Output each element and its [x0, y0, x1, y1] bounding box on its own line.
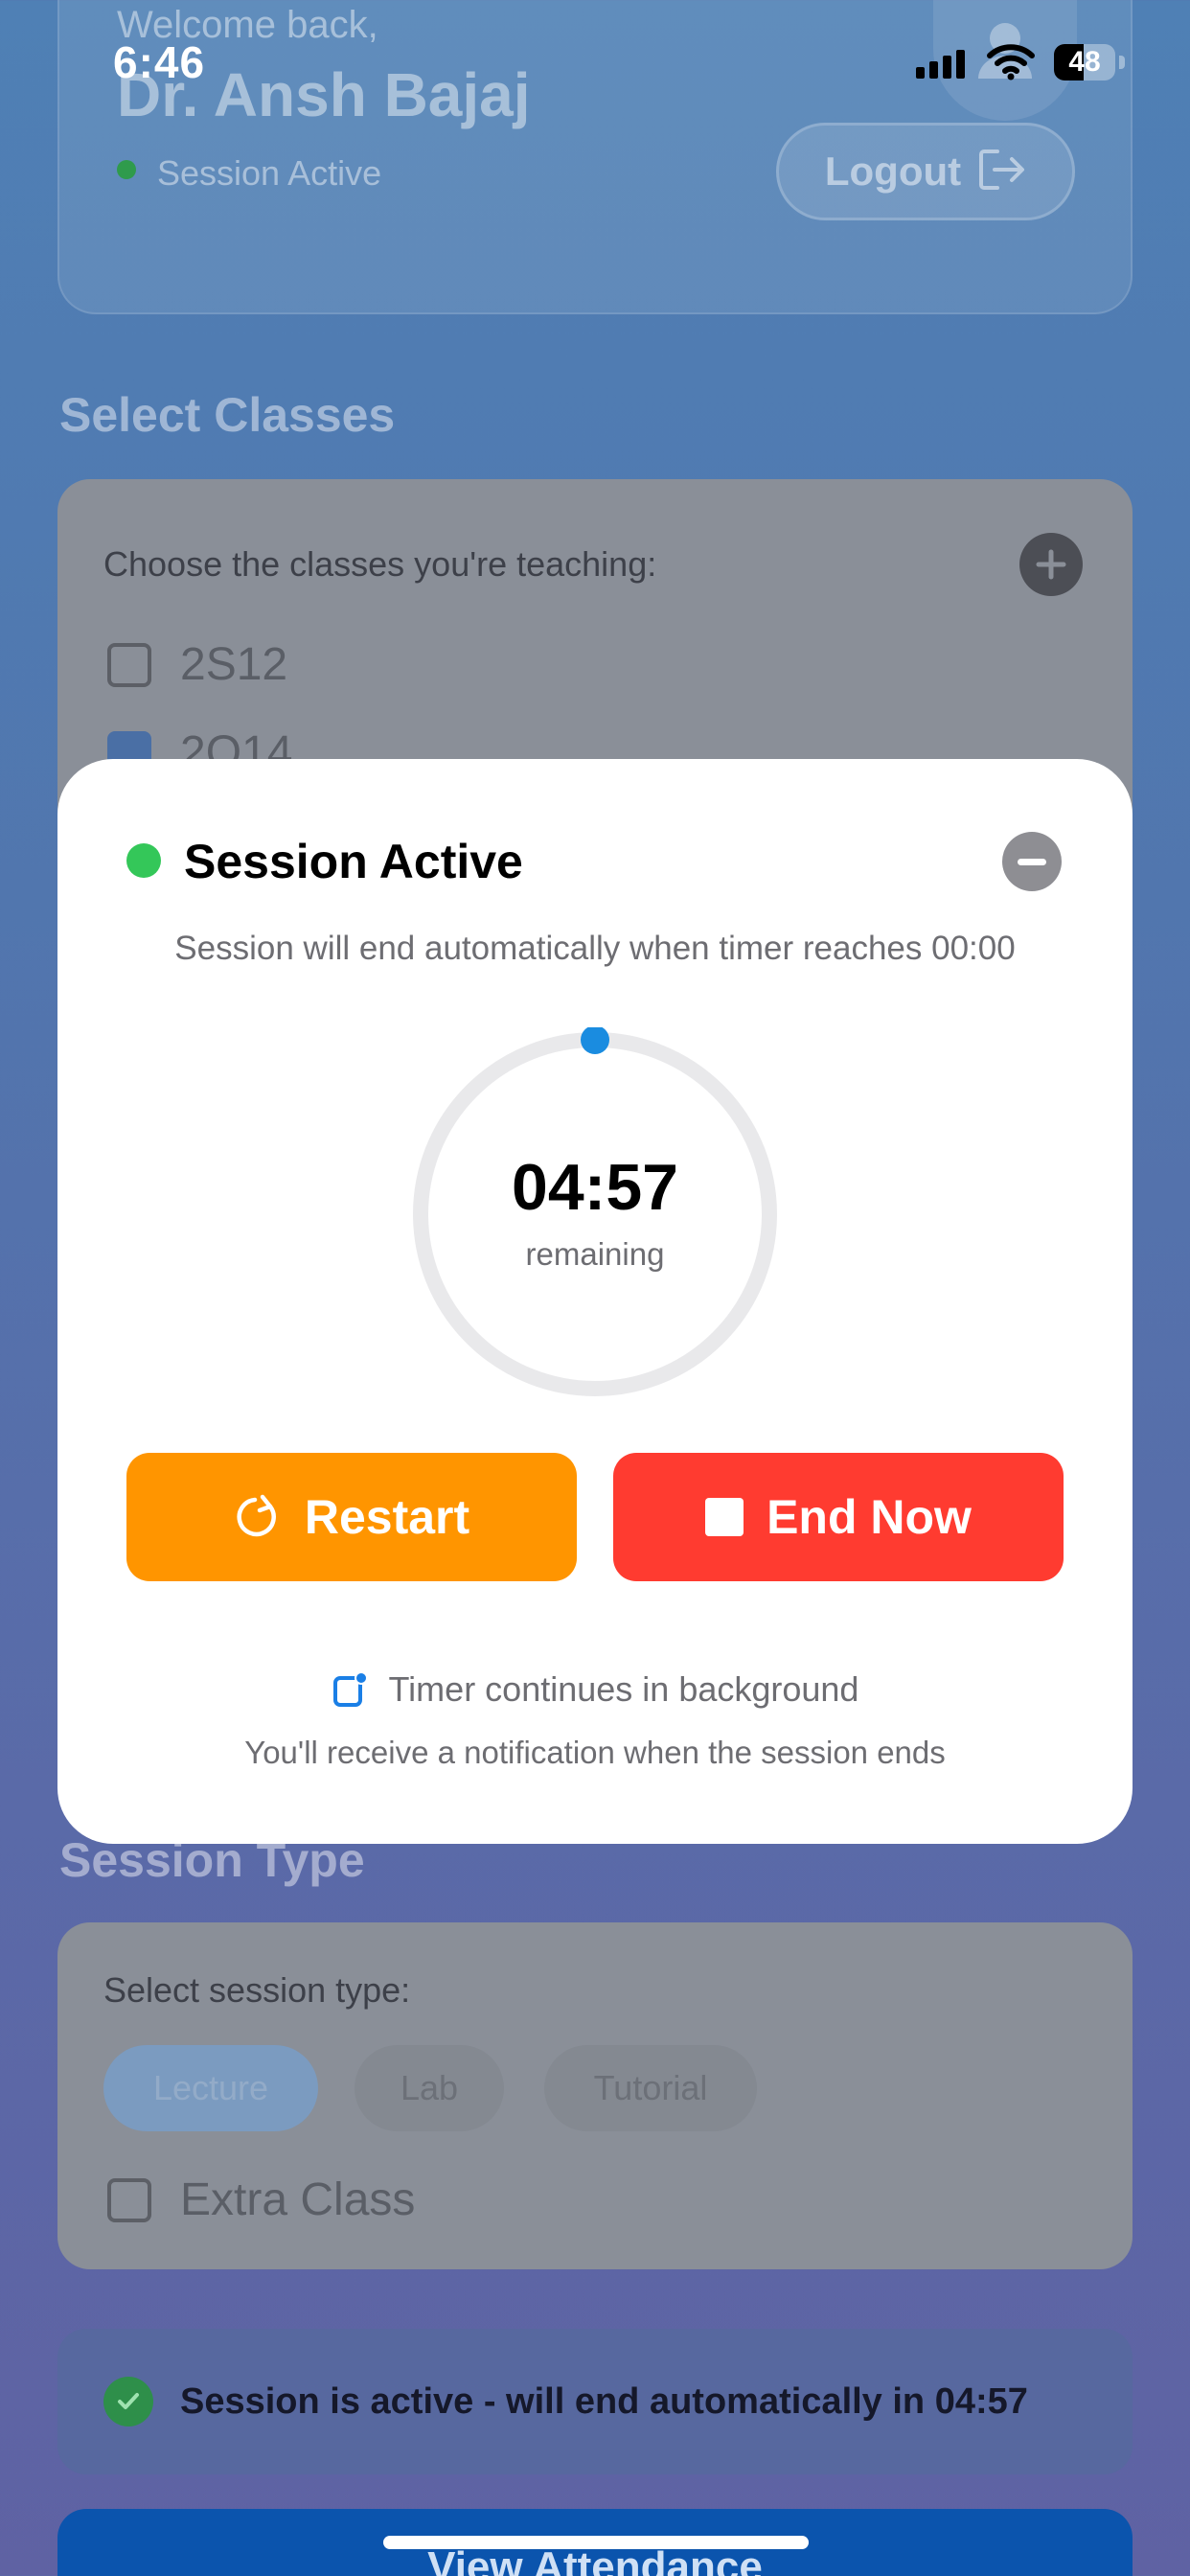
timer-label: remaining — [525, 1236, 665, 1272]
session-status-dot — [117, 160, 136, 179]
class-checkbox[interactable] — [107, 642, 151, 687]
home-indicator[interactable] — [383, 2536, 809, 2549]
modal-title: Session Active — [184, 835, 523, 888]
timer-value: 04:57 — [512, 1151, 678, 1224]
session-type-tutorial[interactable]: Tutorial — [544, 2045, 757, 2131]
app-badge-icon — [332, 1671, 368, 1707]
background-note: Timer continues in background — [57, 1669, 1133, 1710]
wifi-icon — [987, 42, 1035, 85]
countdown-timer: 04:57 remaining — [408, 1025, 782, 1401]
modal-subtitle: Session will end automatically when time… — [174, 930, 1016, 967]
end-now-label: End Now — [767, 1490, 972, 1544]
end-now-button[interactable]: End Now — [613, 1453, 1064, 1581]
class-item[interactable]: 2S12 — [107, 638, 287, 691]
class-label: 2S12 — [180, 639, 288, 690]
logout-icon — [978, 148, 1026, 196]
session-active-modal: Session Active Session will end automati… — [57, 759, 1133, 1844]
timer-progress-dot — [581, 1025, 609, 1054]
extra-class-row[interactable]: Extra Class — [107, 2174, 415, 2226]
cellular-signal-icon — [916, 50, 965, 79]
session-type-lab[interactable]: Lab — [355, 2045, 504, 2131]
logout-button[interactable]: Logout — [776, 123, 1075, 220]
status-time: 6:46 — [113, 37, 206, 87]
status-banner-text: Session is active - will end automatical… — [180, 2380, 1028, 2422]
stop-icon — [705, 1498, 744, 1536]
battery-icon: 48 — [1054, 44, 1115, 80]
notification-note: You'll receive a notification when the s… — [244, 1735, 946, 1770]
battery-cap — [1119, 56, 1125, 69]
session-type-card: Select session type: Lecture Lab Tutoria… — [57, 1922, 1133, 2269]
extra-class-label: Extra Class — [180, 2174, 416, 2225]
extra-class-checkbox[interactable] — [107, 2177, 151, 2222]
add-class-button[interactable] — [1019, 533, 1083, 596]
restart-icon — [237, 1494, 276, 1537]
session-status-text: Session Active — [157, 153, 382, 193]
select-classes-title: Select Classes — [59, 388, 396, 442]
logout-label: Logout — [824, 149, 962, 194]
active-status-dot — [126, 843, 161, 878]
session-type-prompt: Select session type: — [103, 1970, 411, 2010]
plus-icon — [1036, 549, 1066, 580]
session-status-banner: Session is active - will end automatical… — [57, 2329, 1133, 2474]
minus-icon — [1018, 858, 1046, 865]
restart-button[interactable]: Restart — [126, 1453, 577, 1581]
classes-prompt: Choose the classes you're teaching: — [103, 544, 657, 584]
restart-label: Restart — [304, 1490, 470, 1544]
background-note-text: Timer continues in background — [388, 1669, 859, 1709]
battery-level: 48 — [1068, 46, 1101, 78]
minimize-button[interactable] — [1002, 832, 1062, 891]
session-type-lecture[interactable]: Lecture — [103, 2045, 318, 2131]
checkmark-icon — [103, 2377, 153, 2426]
